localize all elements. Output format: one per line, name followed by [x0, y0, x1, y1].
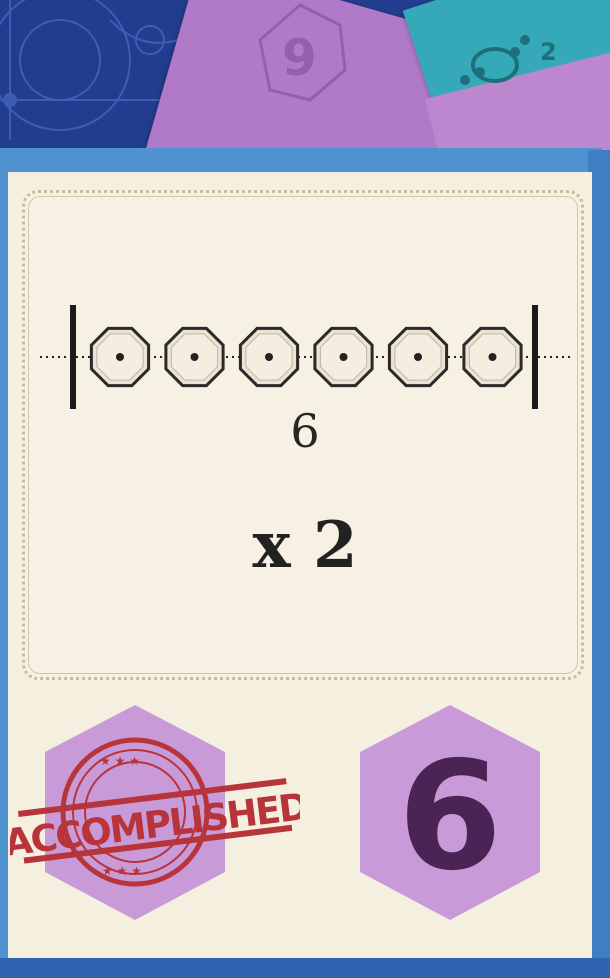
score-badge: 6 — [350, 700, 550, 930]
svg-text:★ ★ ★: ★ ★ ★ — [102, 864, 142, 878]
background-molecule-icon: 2 — [460, 35, 557, 85]
multiplier-label: x 2 — [252, 508, 358, 583]
card-bottom-edge — [0, 958, 610, 978]
accomplished-stamp-area: ★ ★ ★ ★ ★ ★ ACCOMPLISHED — [2, 700, 310, 930]
octagon-token-icon — [462, 326, 523, 388]
octagon-token-icon — [164, 326, 225, 388]
track-bracket-left — [70, 305, 76, 409]
score-value: 6 — [398, 730, 502, 904]
octagon-token-icon — [313, 326, 374, 388]
score-hexagon-icon: 6 — [360, 705, 540, 920]
svg-text:9: 9 — [282, 29, 317, 87]
svg-text:★ ★ ★: ★ ★ ★ — [100, 754, 140, 768]
token-count: 6 — [290, 404, 320, 458]
octagon-token-icon — [89, 326, 151, 388]
token-track — [40, 305, 570, 409]
octagon-token-icon — [387, 326, 449, 388]
svg-text:2: 2 — [540, 38, 557, 66]
track-bracket-right — [532, 305, 538, 409]
accomplished-stamp-icon: ★ ★ ★ ★ ★ ★ ACCOMPLISHED — [2, 705, 310, 920]
background-hex-icon: 9 — [258, 3, 347, 102]
octagon-token-icon — [238, 326, 300, 388]
